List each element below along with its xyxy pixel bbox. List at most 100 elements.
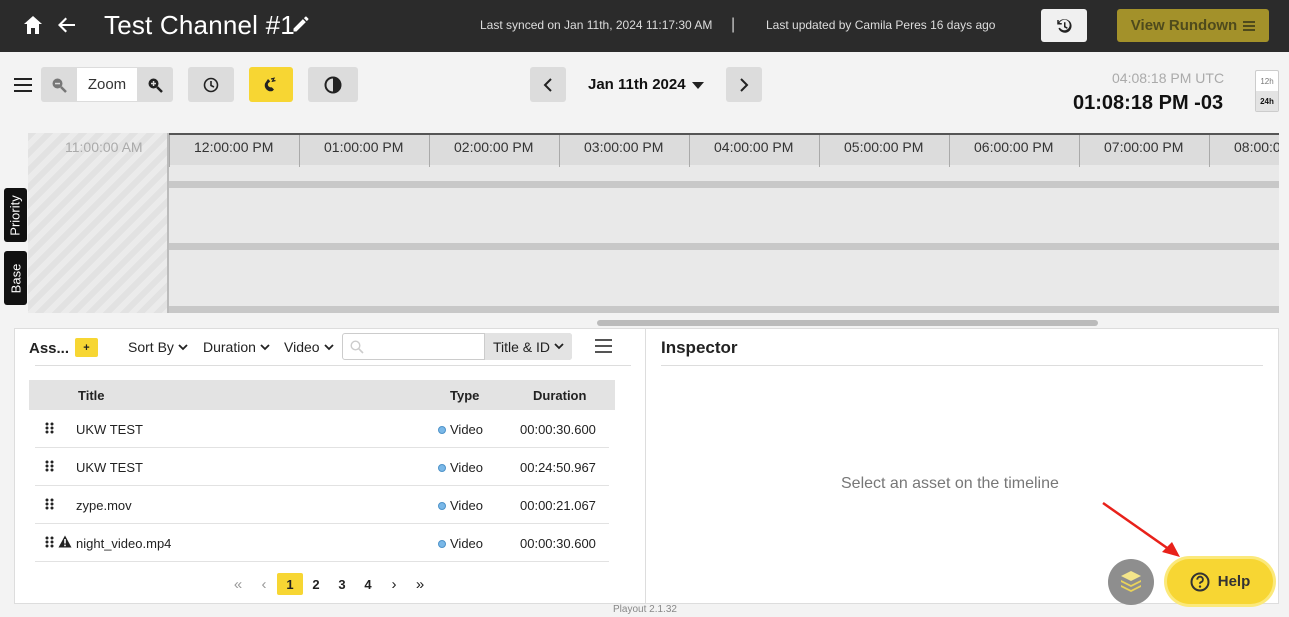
history-icon	[1057, 18, 1072, 33]
time-tick: 03:00:00 PM	[559, 135, 663, 167]
track-separator	[169, 306, 1279, 313]
hamburger-menu-icon[interactable]	[14, 77, 32, 93]
chevron-down-icon	[178, 343, 188, 350]
column-duration-header[interactable]: Duration	[533, 388, 586, 403]
next-day-button[interactable]	[726, 67, 762, 102]
time-tick: 12:00:00 PM	[169, 135, 273, 167]
now-clock-button[interactable]	[188, 67, 234, 102]
column-type-header[interactable]: Type	[450, 388, 479, 403]
video-type-dropdown[interactable]: Video	[284, 339, 334, 355]
track-separator	[169, 181, 1279, 188]
asset-type: Video	[438, 422, 483, 437]
asset-type-label: Video	[450, 422, 484, 437]
last-updated-text: Last updated by Camila Peres 16 days ago	[766, 18, 996, 32]
search-mode-label: Title & ID	[492, 338, 551, 355]
asset-type: Video	[438, 498, 483, 513]
time-ruler: 12:00:00 PM 01:00:00 PM 02:00:00 PM 03:0…	[169, 133, 1279, 167]
search-input[interactable]	[369, 336, 479, 357]
page-button-2[interactable]: 2	[303, 573, 329, 595]
back-arrow-icon[interactable]	[55, 13, 79, 37]
chevron-right-icon	[740, 77, 749, 92]
search-icon	[350, 340, 364, 354]
magnet-icon	[264, 76, 276, 91]
first-page-button[interactable]: «	[225, 573, 251, 595]
edit-pencil-icon[interactable]	[291, 14, 311, 34]
chevron-down-icon	[554, 343, 564, 350]
zoom-in-icon	[148, 78, 163, 93]
help-button[interactable]: Help	[1167, 559, 1273, 604]
video-dot-icon	[438, 425, 446, 434]
asset-duration: 00:00:30.600	[520, 422, 596, 437]
home-icon[interactable]	[21, 13, 45, 37]
inspector-empty-message: Select an asset on the timeline	[841, 475, 1059, 492]
asset-type: Video	[438, 460, 483, 475]
asset-duration: 00:24:50.967	[520, 460, 596, 475]
zoom-out-button[interactable]	[41, 67, 77, 102]
track-tab-label: Priority	[8, 194, 24, 236]
drag-handle-icon[interactable]	[45, 498, 54, 510]
page-button-1[interactable]: 1	[277, 573, 303, 595]
contrast-toggle-button[interactable]	[308, 67, 358, 102]
add-asset-button[interactable]: +	[75, 338, 98, 357]
drag-handle-icon[interactable]	[45, 422, 54, 434]
asset-type-label: Video	[450, 460, 484, 475]
timeline-horizontal-scrollbar[interactable]	[597, 320, 1098, 326]
past-region: 11:00:00 AM	[28, 133, 169, 313]
top-bar: Test Channel #1 Last synced on Jan 11th,…	[0, 0, 1289, 52]
layers-stack-icon	[1121, 571, 1141, 592]
caret-down-icon[interactable]	[692, 82, 704, 89]
previous-day-button[interactable]	[530, 67, 566, 102]
table-header: Title Type Duration	[29, 380, 615, 410]
hour-24-option[interactable]: 24h	[1256, 91, 1278, 111]
asset-type-label: Video	[450, 498, 484, 513]
asset-title: UKW TEST	[76, 422, 143, 437]
video-dot-icon	[438, 501, 446, 510]
track-tab-base[interactable]: Base	[4, 251, 27, 305]
table-row[interactable]: UKW TEST Video 00:00:30.600	[35, 410, 609, 448]
next-page-button[interactable]: ›	[381, 573, 407, 595]
channel-title: Test Channel #1	[104, 10, 295, 40]
date-selector[interactable]: Jan 11th 2024	[588, 76, 686, 93]
video-dot-icon	[438, 539, 446, 548]
track-tab-priority[interactable]: Priority	[4, 188, 27, 242]
last-page-button[interactable]: »	[407, 573, 433, 595]
zoom-out-icon	[52, 78, 67, 93]
hour-12-option[interactable]: 12h	[1256, 71, 1278, 91]
sort-by-dropdown[interactable]: Sort By	[128, 339, 188, 355]
table-row[interactable]: UKW TEST Video 00:24:50.967	[35, 448, 609, 486]
track-tab-label: Base	[8, 263, 24, 293]
track-separator	[169, 243, 1279, 250]
asset-type-label: Video	[450, 536, 484, 551]
view-rundown-button[interactable]: View Rundown	[1117, 9, 1269, 42]
help-label: Help	[1217, 573, 1251, 590]
asset-type: Video	[438, 536, 483, 551]
asset-title: UKW TEST	[76, 460, 143, 475]
time-tick: 04:00:00 PM	[689, 135, 793, 167]
local-time: 01:08:18 PM -03	[1073, 92, 1224, 114]
zoom-in-button[interactable]	[137, 67, 173, 102]
layers-button[interactable]	[1108, 559, 1154, 605]
drag-handle-icon[interactable]	[45, 460, 54, 472]
snap-magnet-button[interactable]	[249, 67, 293, 102]
assets-table: Title Type Duration UKW TEST Video 00:00…	[29, 380, 615, 562]
video-dot-icon	[438, 463, 446, 472]
page-button-3[interactable]: 3	[329, 573, 355, 595]
duration-filter-label: Duration	[203, 339, 256, 355]
table-row[interactable]: night_video.mp4 Video 00:00:30.600	[35, 524, 609, 562]
list-options-icon[interactable]	[595, 339, 612, 354]
hour-format-toggle: 12h 24h	[1255, 70, 1279, 112]
drag-handle-icon[interactable]	[45, 536, 54, 548]
timeline[interactable]: 11:00:00 AM 12:00:00 PM 01:00:00 PM 02:0…	[28, 133, 1279, 313]
table-row[interactable]: zype.mov Video 00:00:21.067	[35, 486, 609, 524]
duration-dropdown[interactable]: Duration	[203, 339, 270, 355]
history-button[interactable]	[1041, 9, 1087, 42]
inspector-title: Inspector	[661, 338, 738, 357]
time-tick: 05:00:00 PM	[819, 135, 923, 167]
inspector-divider	[661, 365, 1263, 366]
prev-page-button[interactable]: ‹	[251, 573, 277, 595]
list-lines-icon	[1243, 20, 1256, 31]
column-title-header[interactable]: Title	[78, 388, 105, 403]
zoom-control: Zoom	[41, 67, 173, 102]
page-button-4[interactable]: 4	[355, 573, 381, 595]
search-mode-dropdown[interactable]: Title & ID	[484, 333, 572, 360]
